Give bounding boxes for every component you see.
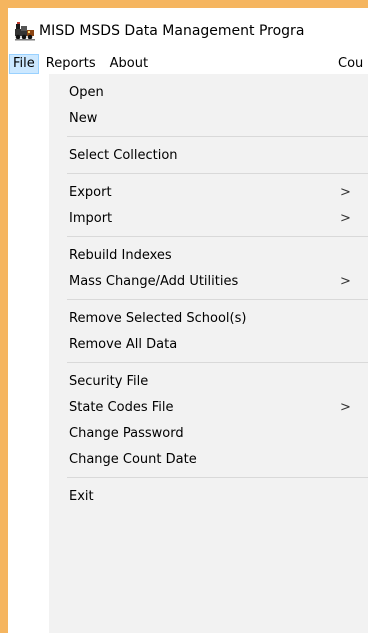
menu-count-partial[interactable]: Cou bbox=[338, 54, 363, 74]
chevron-right-icon: > bbox=[340, 273, 351, 289]
menu-item-state-codes-file-label: State Codes File bbox=[69, 399, 174, 415]
menu-item-import-label: Import bbox=[69, 210, 113, 226]
app-window: MISD MSDS Data Management Progra File Re… bbox=[8, 8, 368, 633]
menu-item-import[interactable]: Import > bbox=[49, 205, 368, 231]
menu-separator bbox=[67, 362, 368, 363]
menu-file[interactable]: File bbox=[9, 54, 39, 74]
menu-separator bbox=[67, 477, 368, 478]
chevron-right-icon: > bbox=[340, 210, 351, 226]
title-bar: MISD MSDS Data Management Progra bbox=[8, 8, 368, 54]
menu-item-state-codes-file[interactable]: State Codes File > bbox=[49, 394, 368, 420]
menu-item-exit[interactable]: Exit bbox=[49, 483, 368, 509]
menu-item-security-file[interactable]: Security File bbox=[49, 368, 368, 394]
menu-item-rebuild-indexes-label: Rebuild Indexes bbox=[69, 247, 172, 263]
menu-item-remove-selected-label: Remove Selected School(s) bbox=[69, 310, 247, 326]
menu-item-remove-all[interactable]: Remove All Data bbox=[49, 331, 368, 357]
window-title: MISD MSDS Data Management Progra bbox=[39, 23, 305, 39]
menu-item-security-file-label: Security File bbox=[69, 373, 149, 389]
menu-item-new[interactable]: New bbox=[49, 105, 368, 131]
menu-about[interactable]: About bbox=[103, 54, 155, 74]
menu-item-remove-all-label: Remove All Data bbox=[69, 336, 178, 352]
menu-item-remove-selected[interactable]: Remove Selected School(s) bbox=[49, 305, 368, 331]
menu-item-mass-change[interactable]: Mass Change/Add Utilities > bbox=[49, 268, 368, 294]
chevron-right-icon: > bbox=[340, 184, 351, 200]
menu-bar: File Reports About Cou bbox=[8, 54, 368, 75]
menu-separator bbox=[67, 136, 368, 137]
menu-separator bbox=[67, 299, 368, 300]
menu-separator bbox=[67, 236, 368, 237]
menu-item-mass-change-label: Mass Change/Add Utilities bbox=[69, 273, 239, 289]
menu-item-change-password-label: Change Password bbox=[69, 425, 184, 441]
menu-item-exit-label: Exit bbox=[69, 488, 94, 504]
menu-item-change-password[interactable]: Change Password bbox=[49, 420, 368, 446]
chevron-right-icon: > bbox=[340, 399, 351, 415]
menu-item-select-collection[interactable]: Select Collection bbox=[49, 142, 368, 168]
menu-separator bbox=[67, 173, 368, 174]
file-menu-dropdown: Open New Select Collection Export > Impo… bbox=[49, 74, 368, 633]
menu-item-open[interactable]: Open bbox=[49, 79, 368, 105]
menu-item-change-count-date-label: Change Count Date bbox=[69, 451, 197, 467]
menu-item-open-label: Open bbox=[69, 84, 104, 100]
menu-item-export-label: Export bbox=[69, 184, 112, 200]
menu-item-change-count-date[interactable]: Change Count Date bbox=[49, 446, 368, 472]
menu-item-export[interactable]: Export > bbox=[49, 179, 368, 205]
menu-item-rebuild-indexes[interactable]: Rebuild Indexes bbox=[49, 242, 368, 268]
menu-reports[interactable]: Reports bbox=[39, 54, 103, 74]
menu-item-select-collection-label: Select Collection bbox=[69, 147, 178, 163]
menu-item-new-label: New bbox=[69, 110, 98, 126]
app-train-icon bbox=[15, 22, 35, 41]
